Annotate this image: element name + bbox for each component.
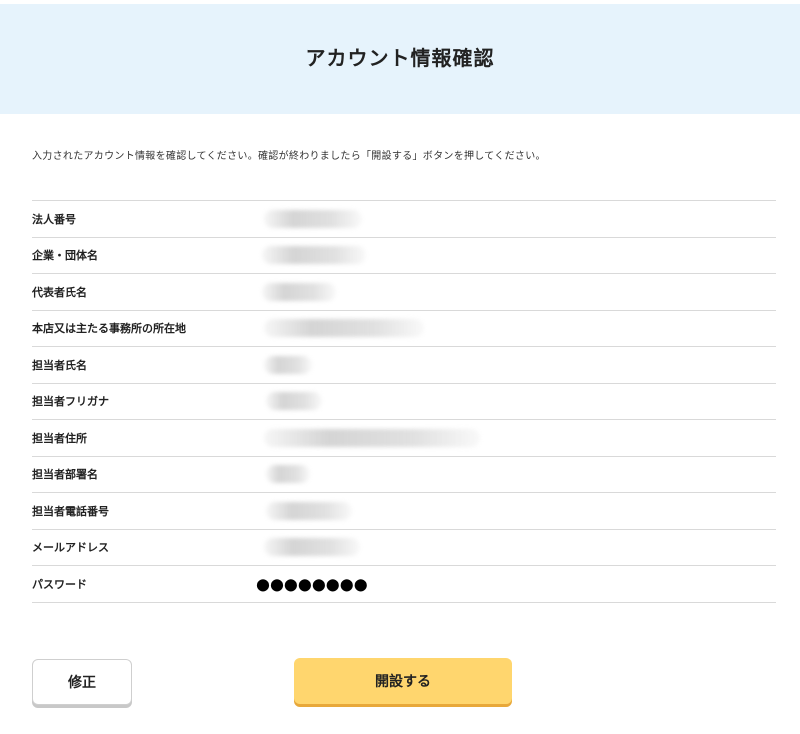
table-row-contact-department: 担当者部署名 [32,457,776,493]
row-value-redacted [248,311,776,347]
row-value-redacted [248,274,776,310]
fix-button[interactable]: 修正 [32,659,132,705]
password-masked-value: ●●●●●●●● [256,574,368,594]
row-value-redacted [248,238,776,274]
row-value-redacted [248,347,776,383]
row-label: 本店又は主たる事務所の所在地 [32,322,186,336]
instruction-text: 入力されたアカウント情報を確認してください。確認が終わりましたら「開設する」ボタ… [32,151,546,162]
table-row-representative-name: 代表者氏名 [32,274,776,311]
table-row-contact-address: 担当者住所 [32,420,776,457]
table-row-corporate-number: 法人番号 [32,201,776,238]
row-value-redacted [248,457,776,493]
row-label: 法人番号 [32,212,76,226]
table-row-contact-phone: 担当者電話番号 [32,493,776,530]
row-value-redacted [248,384,776,420]
row-value-redacted [248,420,776,456]
table-row-contact-name: 担当者氏名 [32,347,776,384]
table-row-password: パスワード ●●●●●●●● [32,566,776,603]
row-value-redacted [248,493,776,529]
table-row-contact-kana: 担当者フリガナ [32,384,776,420]
row-label: 担当者氏名 [32,358,87,372]
row-label: パスワード [32,577,87,591]
row-value-redacted [248,201,776,237]
row-value-redacted [248,530,776,566]
table-row-email: メールアドレス [32,530,776,566]
row-label: 担当者フリガナ [32,395,109,409]
account-info-table: 法人番号 企業・団体名 代表者氏名 本店又は主たる事務所の所在地 担当者氏名 担… [32,200,776,603]
row-label: メールアドレス [32,541,109,555]
row-label: 担当者住所 [32,431,87,445]
page-header: アカウント情報確認 [0,4,800,114]
row-label: 担当者電話番号 [32,504,109,518]
row-label: 企業・団体名 [32,249,98,263]
page-title: アカウント情報確認 [305,45,495,70]
row-value: ●●●●●●●● [248,566,776,602]
open-account-button[interactable]: 開設する [294,658,512,704]
table-row-company-name: 企業・団体名 [32,238,776,274]
row-label: 担当者部署名 [32,468,98,482]
row-label: 代表者氏名 [32,285,87,299]
table-row-head-office-address: 本店又は主たる事務所の所在地 [32,311,776,347]
